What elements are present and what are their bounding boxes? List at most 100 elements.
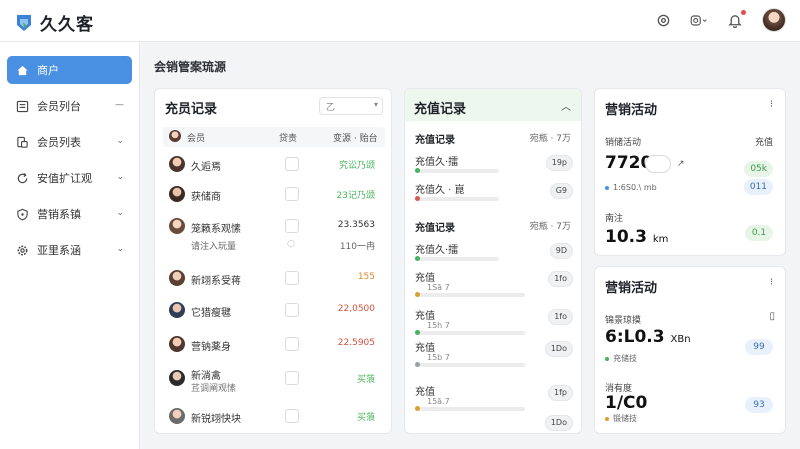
row-checkbox[interactable] (285, 271, 299, 285)
link-icon[interactable]: ↗ (677, 159, 685, 169)
recharge-label: 充值久·擂 (415, 157, 459, 168)
chevron-down-icon: ▾ (373, 100, 378, 109)
recharge-label: 充值 (415, 311, 435, 322)
row-checkbox[interactable] (285, 303, 299, 317)
collapse-icon[interactable]: — (115, 100, 124, 110)
row-checkbox[interactable] (285, 371, 299, 385)
member-value: 买蒗 (356, 375, 375, 385)
marketing-card-2: 营销活动 ⁝ 锦景琼摸 ▯ 6:L0.3 XBn 充储技 99 消有度 1/C0… (594, 266, 786, 434)
refresh-icon (17, 172, 28, 183)
section-summary: 宛瓶 · 7万 (529, 134, 571, 144)
member-name: 新锐翊快块 (191, 414, 241, 425)
row-subline: 请注入玩量 ◌ 110一冉 (163, 237, 385, 253)
recharge-pill: 1Do (544, 341, 573, 357)
metric-badge: 99 (745, 339, 773, 355)
camera-dropdown-icon[interactable] (690, 11, 708, 29)
table-row[interactable]: 营钠薬身 22.5905 (163, 331, 385, 359)
row-checkbox[interactable] (285, 157, 299, 171)
progress-bar (415, 362, 525, 367)
sidebar-item-recharge[interactable]: 安值扩讧观 ⌄ (7, 164, 132, 192)
sidebar-item-marketing[interactable]: 营销系镇 ⌄ (7, 200, 132, 228)
card-header: 充值记录 ︿ (405, 89, 581, 121)
avatar (169, 130, 181, 142)
more-icon[interactable]: ⁝ (770, 277, 773, 288)
recharge-row[interactable]: 充值久·擂 19p (415, 153, 573, 183)
header-name[interactable]: 会员 (187, 131, 205, 144)
filter-select[interactable]: 乙 ▾ (319, 97, 383, 115)
chevron-down-icon[interactable]: ⌄ (116, 244, 124, 254)
metric-value: 1/C0 (605, 393, 648, 413)
recharge-row[interactable]: 充值 15h 7 1fo (415, 307, 573, 337)
row-checkbox[interactable] (285, 409, 299, 423)
avatar (169, 408, 185, 424)
recharge-pill: 1Do (544, 415, 573, 431)
marketing-card-1: 营销活动 ⁝ 销储活动 充值 7720 ↗ 05k 1:6S0.\ mb 011… (594, 88, 786, 256)
subline-label: 请注入玩量 (191, 242, 237, 252)
recharge-pill: 1fo (548, 271, 573, 287)
metric-meta: 锻储技 (605, 413, 637, 424)
shield-icon (17, 208, 28, 220)
recharge-sub: 1Sā 7 (427, 283, 450, 292)
brand-logo[interactable]: 久久客 (14, 10, 94, 35)
gear-icon (17, 245, 28, 255)
chevron-up-icon[interactable]: ︿ (561, 98, 571, 113)
top-icons (654, 8, 786, 32)
recharge-row[interactable]: 充值 15ā.7 1fp (415, 383, 573, 413)
sidebar-item-merchant[interactable]: 商户 (7, 56, 132, 84)
toggle-switch[interactable] (645, 155, 671, 173)
recharge-records-card: 充值记录 ︿ 充值记录 宛瓶 · 7万 充值久·擂 19p 充值久 · 崑 G9… (404, 88, 582, 434)
recharge-row[interactable]: 充值久 · 崑 G9 (415, 181, 573, 211)
chevron-down-icon[interactable]: ⌄ (116, 136, 124, 146)
sidebar-item-label: 会员列表 (37, 136, 81, 149)
metric-value: 10.3 km (605, 227, 668, 247)
recharge-row[interactable]: 充值 15b 7 1Do (415, 339, 573, 369)
table-row[interactable]: 获储商 23记乃颂 (163, 181, 385, 209)
sidebar-item-member-desk[interactable]: 会员列台 — (7, 92, 132, 120)
metric-number: 10.3 (605, 227, 647, 247)
settings-icon[interactable] (654, 11, 672, 29)
more-icon[interactable]: ⁝ (770, 99, 773, 110)
chevron-down-icon[interactable]: ⌄ (116, 208, 124, 218)
sidebar-item-system[interactable]: 亚里系涵 ⌄ (7, 236, 132, 264)
metric-meta-text: 1:6S0.\ mb (613, 183, 657, 192)
progress-bar (415, 256, 499, 261)
member-name: 它猎瘦毽 (191, 308, 231, 319)
book-icon[interactable]: ▯ (769, 311, 775, 322)
header-col3[interactable]: 变源 · 贻台 (333, 131, 378, 144)
member-records-card: 充员记录 乙 ▾ 会员 贷责 变源 · 贻台 久逅焉 究讼乃颂 获储商 23记乃… (154, 88, 392, 434)
sidebar-item-member-list[interactable]: 会员列表 ⌄ (7, 128, 132, 156)
metric-badge: 05k (744, 161, 773, 177)
list-icon (16, 100, 29, 112)
chevron-down-icon[interactable]: ⌄ (116, 172, 124, 182)
member-name: 新淌禽 (191, 371, 221, 382)
table-row[interactable]: 新锐翊快块 买蒗 (163, 403, 385, 431)
sidebar-item-label: 商户 (37, 64, 59, 77)
progress-bar (415, 292, 525, 297)
member-value: 22,0500 (337, 304, 375, 314)
metric-label: 南注 (605, 214, 624, 224)
sidebar-item-label: 营销系镇 (37, 208, 81, 221)
member-name: 营钠薬身 (191, 342, 231, 353)
member-value: 23.3563 (337, 220, 375, 230)
metric-badge: 011 (743, 179, 773, 195)
row-checkbox[interactable] (285, 337, 299, 351)
bell-icon[interactable] (726, 10, 746, 29)
table-row[interactable]: 它猎瘦毽 22,0500 (163, 297, 385, 325)
table-row[interactable]: 新淌禽 茊调阐观愫 买蒗 (163, 365, 385, 397)
recharge-row[interactable]: 1Do (415, 415, 573, 433)
brand-name: 久久客 (40, 15, 94, 35)
recharge-row[interactable]: 充值 1Sā 7 1fo (415, 269, 573, 299)
row-checkbox[interactable] (285, 219, 299, 233)
recharge-sub: 15ā.7 (427, 397, 450, 406)
member-value: 究讼乃颂 (338, 161, 375, 171)
user-avatar[interactable] (762, 8, 786, 32)
member-value: 22.5905 (337, 338, 375, 348)
header-col2[interactable]: 贷责 (279, 131, 297, 144)
table-row[interactable]: 久逅焉 究讼乃颂 (163, 151, 385, 179)
home-icon (17, 65, 28, 75)
sidebar-item-label: 亚里系涵 (37, 244, 81, 257)
table-row[interactable]: 新翊系受蒋 155 (163, 265, 385, 293)
recharge-pill: 9D (549, 243, 573, 259)
row-checkbox[interactable] (285, 187, 299, 201)
recharge-row[interactable]: 充值久·擂 9D (415, 241, 573, 271)
